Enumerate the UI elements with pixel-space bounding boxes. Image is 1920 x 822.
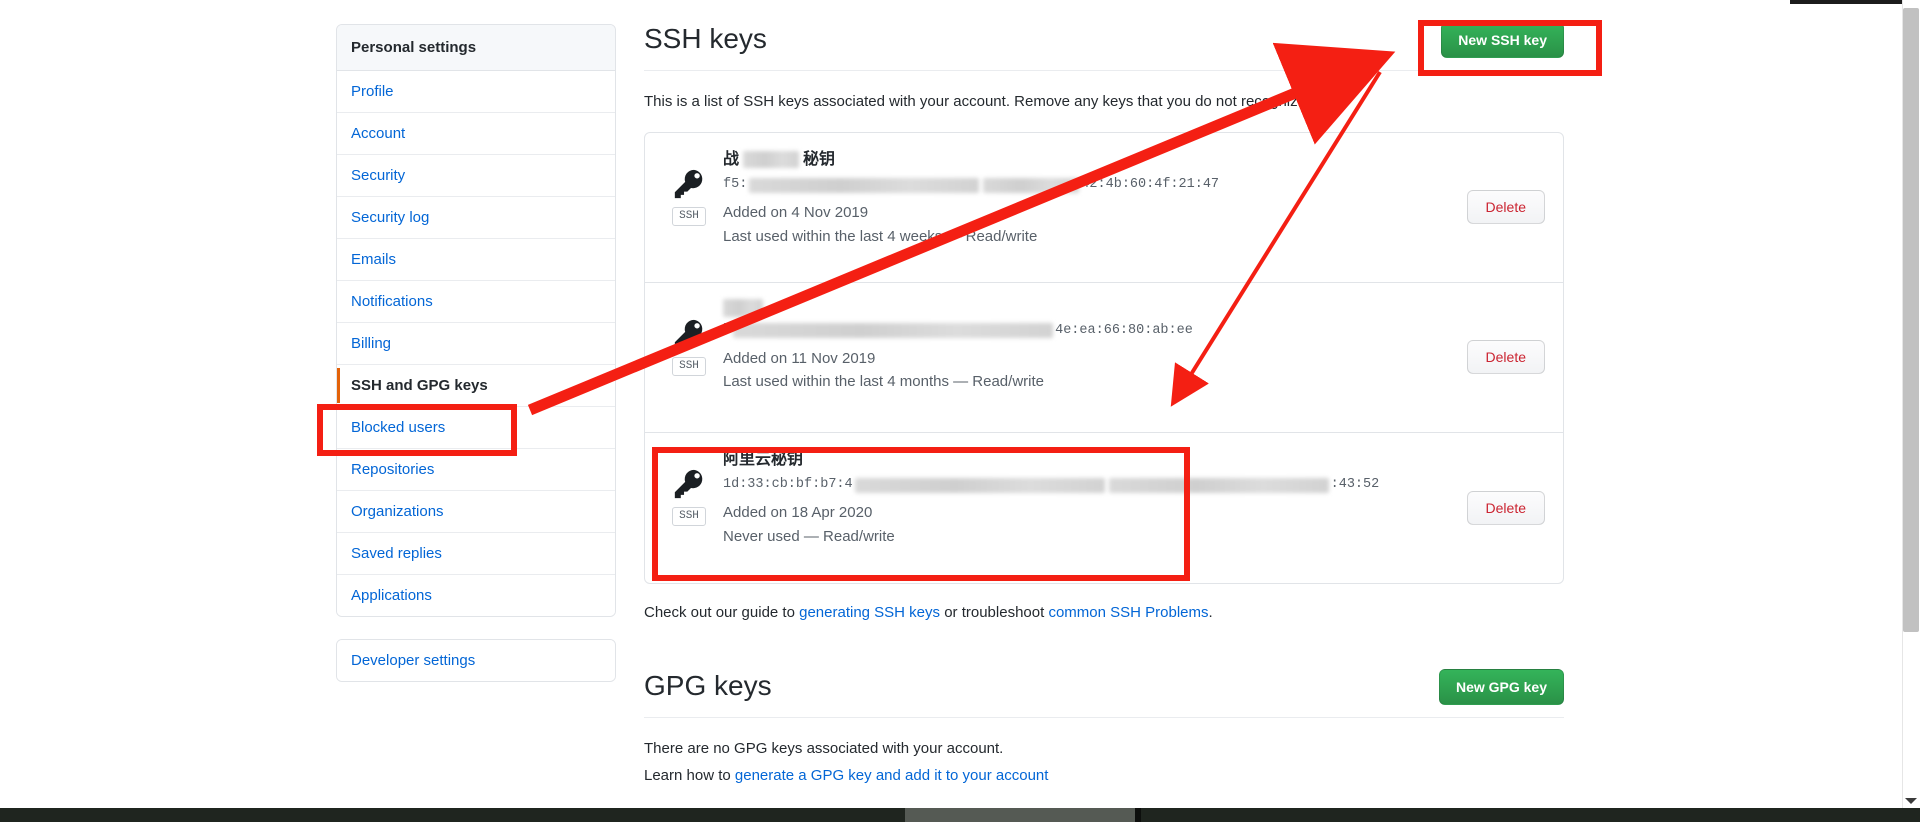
ssh-guide-footnote: Check out our guide to generating SSH ke… <box>644 604 1564 621</box>
key-actions: Delete <box>1455 490 1545 525</box>
gpg-keys-header: GPG keys New GPG key <box>644 668 1564 718</box>
key-usage-info: Never used — Read/write <box>723 527 895 545</box>
delete-button[interactable]: Delete <box>1466 340 1545 375</box>
gpg-empty-state-text: There are no GPG keys associated with yo… <box>644 739 1004 757</box>
footnote-lead: Check out our guide to <box>644 603 800 621</box>
new-ssh-key-button[interactable]: New SSH key <box>1441 22 1564 59</box>
settings-main-column: SSH keys New SSH key This is a list of S… <box>644 22 1564 784</box>
fingerprint-suffix: :43:52 <box>1330 477 1380 493</box>
browser-viewport: Personal settings Profile Account Securi… <box>0 0 1902 808</box>
key-added-date: Added on 11 Nov 2019 <box>723 349 876 367</box>
table-row: SSH 战 秘钥 f5: 42:4b:60:4f:21:47 Added on … <box>645 133 1563 283</box>
personal-settings-menu: Personal settings Profile Account Securi… <box>336 24 616 617</box>
key-title: 阿里云秘钥 <box>723 449 1455 471</box>
redaction-block <box>1108 477 1329 493</box>
redaction-block <box>749 177 980 193</box>
key-title <box>723 298 1455 317</box>
key-title-prefix: 战 <box>723 150 740 168</box>
scroll-down-arrow-icon[interactable] <box>1905 798 1917 804</box>
page-title: SSH keys <box>644 23 767 54</box>
sidebar-item-organizations[interactable]: Organizations <box>337 491 615 533</box>
ssh-type-badge: SSH <box>672 506 706 527</box>
ssh-keys-header: SSH keys New SSH key <box>644 22 1564 72</box>
common-ssh-problems-link[interactable]: common SSH Problems <box>1048 604 1208 621</box>
key-title-prefix: 阿里云秘钥 <box>723 450 804 468</box>
page-root: Personal settings Profile Account Securi… <box>0 0 1920 822</box>
sidebar-item-billing[interactable]: Billing <box>337 323 615 365</box>
window-top-strip <box>1790 0 1902 4</box>
key-title: 战 秘钥 <box>723 149 1455 171</box>
sidebar-item-blocked-users[interactable]: Blocked users <box>337 407 615 449</box>
sidebar-item-profile[interactable]: Profile <box>337 71 615 113</box>
footnote-middle: or troubleshoot <box>940 603 1049 621</box>
sidebar-item-ssh-and-gpg-keys[interactable]: SSH and GPG keys <box>337 365 615 407</box>
generating-ssh-keys-link[interactable]: generating SSH keys <box>799 604 940 621</box>
key-badge: SSH <box>661 149 717 227</box>
ssh-type-badge: SSH <box>672 206 706 227</box>
key-details: 阿里云秘钥 1d:33:cb:bf:b7:4 :43:52 Added on 1… <box>717 449 1455 548</box>
footnote-tail: . <box>1208 603 1213 621</box>
redaction-block <box>743 151 800 169</box>
key-title-suffix: 秘钥 <box>803 150 836 168</box>
ssh-keys-description: This is a list of SSH keys associated wi… <box>644 93 1311 111</box>
key-usage-info: Last used within the last 4 months — Rea… <box>723 373 1044 391</box>
gpg-learn-lead: Learn how to <box>644 766 735 784</box>
redaction-block <box>733 323 1054 339</box>
key-badge: SSH <box>661 449 717 527</box>
key-fingerprint: f5: 42:4b:60:4f:21:47 <box>723 175 1455 195</box>
sidebar-item-applications[interactable]: Applications <box>337 575 615 616</box>
gpg-section-title: GPG keys <box>644 669 772 701</box>
sidebar-header: Personal settings <box>337 25 615 71</box>
key-details: b 4e:ea:66:80:ab:ee Added on 11 Nov 2019… <box>717 298 1455 394</box>
gpg-learn-more: Learn how to generate a GPG key and add … <box>644 767 1564 784</box>
fingerprint-prefix: b <box>723 322 732 338</box>
delete-button[interactable]: Delete <box>1466 490 1545 525</box>
ssh-type-badge: SSH <box>672 356 706 377</box>
ssh-key-list: SSH 战 秘钥 f5: 42:4b:60:4f:21:47 Added on … <box>644 131 1564 584</box>
generate-gpg-key-link[interactable]: generate a GPG key and add it to your ac… <box>735 767 1049 784</box>
taskbar-divider <box>1135 808 1141 822</box>
scrollbar-thumb[interactable] <box>1903 8 1919 632</box>
redaction-block <box>854 477 1105 493</box>
fingerprint-prefix: 1d:33:cb:bf:b7:4 <box>723 477 853 493</box>
taskbar-segment <box>905 808 1135 822</box>
fingerprint-suffix: 42:4b:60:4f:21:47 <box>1081 177 1220 193</box>
fingerprint-prefix: f5: <box>723 177 748 193</box>
sidebar-item-saved-replies[interactable]: Saved replies <box>337 533 615 575</box>
key-actions: Delete <box>1455 340 1545 375</box>
table-row: SSH 阿里云秘钥 1d:33:cb:bf:b7:4 :43:52 Added … <box>645 433 1563 583</box>
redaction-block <box>723 298 763 317</box>
key-fingerprint: b 4e:ea:66:80:ab:ee <box>723 321 1455 341</box>
sidebar-item-developer-settings[interactable]: Developer settings <box>337 640 615 681</box>
fingerprint-suffix: 4e:ea:66:80:ab:ee <box>1055 322 1193 338</box>
sidebar-item-emails[interactable]: Emails <box>337 239 615 281</box>
key-added-date: Added on 4 Nov 2019 <box>723 204 869 222</box>
table-row: SSH b 4e:ea:66:80:ab:ee Added on 11 Nov … <box>645 283 1563 433</box>
new-gpg-key-button[interactable]: New GPG key <box>1438 668 1564 705</box>
settings-sidebar: Personal settings Profile Account Securi… <box>336 24 616 682</box>
sidebar-item-repositories[interactable]: Repositories <box>337 449 615 491</box>
sidebar-item-account[interactable]: Account <box>337 113 615 155</box>
key-icon <box>674 169 703 198</box>
delete-button[interactable]: Delete <box>1466 190 1545 225</box>
key-badge: SSH <box>661 299 717 377</box>
key-actions: Delete <box>1455 190 1545 225</box>
key-fingerprint: 1d:33:cb:bf:b7:4 :43:52 <box>723 475 1455 495</box>
key-usage-info: Last used within the last 4 weeks — Read… <box>723 227 1038 245</box>
os-taskbar <box>0 808 1920 822</box>
key-icon <box>674 319 703 348</box>
developer-settings-menu: Developer settings <box>336 639 616 682</box>
redaction-block <box>983 177 1080 193</box>
key-details: 战 秘钥 f5: 42:4b:60:4f:21:47 Added on 4 No… <box>717 149 1455 248</box>
key-icon <box>674 469 703 498</box>
sidebar-item-notifications[interactable]: Notifications <box>337 281 615 323</box>
key-added-date: Added on 18 Apr 2020 <box>723 504 873 522</box>
vertical-scrollbar[interactable] <box>1902 0 1920 808</box>
sidebar-item-security[interactable]: Security <box>337 155 615 197</box>
gpg-keys-section: GPG keys New GPG key There are no GPG ke… <box>644 668 1564 784</box>
sidebar-item-security-log[interactable]: Security log <box>337 197 615 239</box>
